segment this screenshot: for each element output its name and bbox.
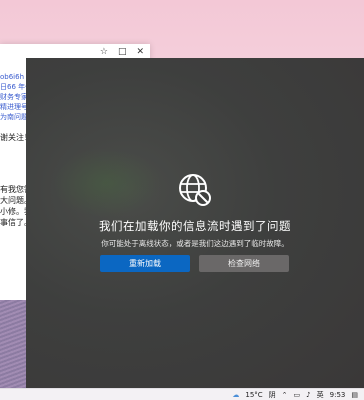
error-title: 我们在加载你的信息流时遇到了问题: [99, 219, 291, 233]
temperature[interactable]: 15°C: [245, 391, 262, 399]
error-subtitle: 你可能处于离线状态，或者是我们这边遇到了临时故障。: [101, 239, 289, 248]
check-network-button[interactable]: 检查网络: [199, 255, 289, 272]
desktop: ☆ □ ✕ ob6i6h 日66 年代 财务专家 精进理号 为南问题 谢关注！ …: [0, 0, 364, 400]
maximize-icon[interactable]: □: [118, 47, 127, 57]
taskbar: ☁ 15°C 阴 ⌃ ▭ ♪ 英 9:53 ▤: [0, 388, 364, 400]
globe-blocked-icon: [179, 174, 211, 206]
feed-error-window: 我们在加载你的信息流时遇到了问题 你可能处于离线状态，或者是我们这边遇到了临时故…: [26, 58, 364, 388]
chevron-up-icon[interactable]: ⌃: [282, 389, 288, 400]
notification-icon[interactable]: ▤: [351, 389, 358, 400]
input-method-indicator[interactable]: 英: [317, 390, 324, 400]
volume-icon[interactable]: ♪: [306, 389, 310, 400]
pin-icon[interactable]: ☆: [100, 47, 108, 57]
clock[interactable]: 9:53: [330, 391, 346, 399]
system-tray: ☁ 15°C 阴 ⌃ ▭ ♪ 英 9:53 ▤: [232, 389, 364, 400]
reload-button[interactable]: 重新加载: [100, 255, 190, 272]
close-icon[interactable]: ✕: [136, 47, 144, 57]
weather-condition[interactable]: 阴: [269, 390, 276, 400]
cloud-icon[interactable]: ☁: [232, 389, 239, 400]
network-icon[interactable]: ▭: [294, 389, 301, 400]
